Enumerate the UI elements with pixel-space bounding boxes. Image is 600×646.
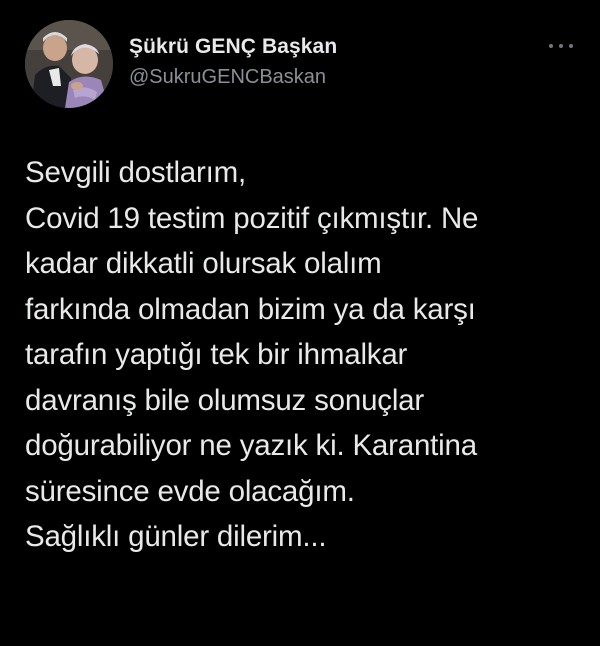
display-name[interactable]: Şükrü GENÇ Başkan [129,34,337,60]
tweet-text-line: tarafın yaptığı tek bir ihmalkar [25,338,408,371]
tweet-text-line: Covid 19 testim pozitif çıkmıştır. Ne [25,201,479,235]
user-handle[interactable]: @SukruGENCBaskan [129,64,337,90]
tweet-text: Sevgili dostlarım, Covid 19 testim pozit… [25,150,585,560]
tweet-text-line: süresince evde olacağım. [25,474,355,508]
tweet-text-line: doğurabiliyor ne yazık ki. Karantina [25,429,477,462]
tweet-text-line: davranış bile olumsuz sonuçlar [25,383,425,417]
more-options-icon[interactable] [549,40,573,52]
tweet-text-line: Sağlıklı günler dilerim... [25,520,327,553]
tweet-header: Şükrü GENÇ Başkan @SukruGENCBaskan [25,18,585,110]
dot-icon [549,44,553,48]
tweet-text-line: kadar dikkatli olursak olalım [25,247,382,280]
tweet-text-line: Sevgili dostlarım, [25,156,247,189]
tweet-text-line: farkında olmadan bizim ya da karşı [25,292,476,326]
tweet-card: Şükrü GENÇ Başkan @SukruGENCBaskan Sevgi… [0,0,600,646]
avatar[interactable] [25,20,113,108]
dot-icon [569,44,573,48]
author-info: Şükrü GENÇ Başkan @SukruGENCBaskan [129,34,337,90]
profile-photo-icon [25,20,113,108]
dot-icon [559,44,563,48]
